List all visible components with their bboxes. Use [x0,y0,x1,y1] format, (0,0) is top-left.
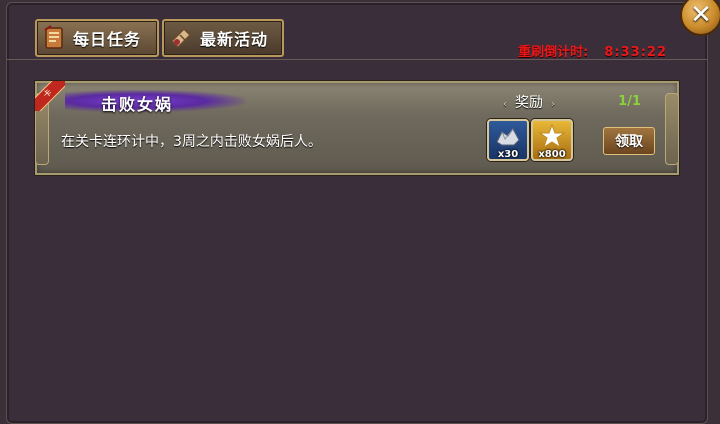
reward-label: ‹ 奖励 › [495,92,563,112]
claim-button[interactable]: 领取 [603,127,655,155]
reward-item-star[interactable]: x800 [531,119,573,161]
star-icon [538,124,566,148]
quest-title: 击败女娲 [101,95,174,114]
countdown-label: 重刷倒计时: [518,45,589,60]
activity-scroll-icon [170,27,192,49]
tab-latest-events-label: 最新活动 [200,30,269,49]
tab-daily-quests[interactable]: 每日任务 [35,19,159,57]
refresh-countdown: 重刷倒计时: 8:33:22 [518,41,667,60]
close-button[interactable]: ✕ [680,0,720,36]
quest-window: 每日任务 最新活动 重刷倒计时: 8:33:22 卡 击败女娲 ‹ 奖励 › 1/1 … [6,2,708,424]
quest-progress: 1/1 [618,94,641,109]
scroll-icon [44,25,63,49]
countdown-value: 8:33:22 [604,45,667,60]
tab-bar: 每日任务 最新活动 重刷倒计时: 8:33:22 [7,3,707,60]
reward-label-text: 奖励 [515,95,543,111]
ore-icon [496,128,520,146]
tab-daily-quests-label: 每日任务 [73,30,142,49]
quest-ribbon: 卡 [35,81,65,111]
close-icon: ✕ [690,0,712,30]
reward-star-qty: x800 [538,149,566,160]
reward-next-arrow-icon[interactable]: › [551,99,555,110]
tab-latest-events[interactable]: 最新活动 [162,19,284,57]
reward-ore-qty: x30 [497,149,519,160]
quest-card: 卡 击败女娲 ‹ 奖励 › 1/1 在关卡连环计中，3周之内击败女娲后人。 x30 … [35,81,679,175]
ribbon-label: 卡 [35,81,65,111]
reward-prev-arrow-icon[interactable]: ‹ [503,99,507,110]
reward-item-ore[interactable]: x30 [487,119,529,161]
quest-description: 在关卡连环计中，3周之内击败女娲后人。 [61,134,322,150]
card-ornament-right [665,93,679,165]
